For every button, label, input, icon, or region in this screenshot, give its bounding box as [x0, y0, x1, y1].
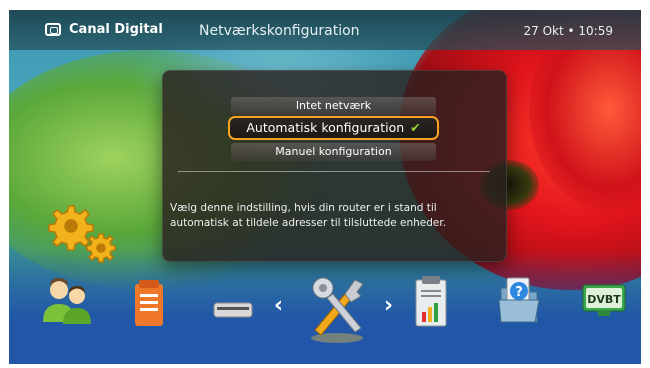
clipboard-icon[interactable] [131, 278, 169, 330]
option-description: Vælg denne indstilling, hvis din router … [170, 202, 447, 229]
date-time: 27 Okt • 10:59 [523, 24, 613, 38]
users-icon[interactable] [39, 276, 95, 326]
page-title: Netværkskonfiguration [199, 23, 360, 39]
checkmark-icon: ✔ [410, 120, 421, 135]
top-bar: Canal Digital Netværkskonfiguration 27 O… [9, 10, 641, 50]
dvbt-icon[interactable]: DVBT [582, 284, 626, 318]
report-icon[interactable] [412, 274, 452, 330]
gears-icon [48, 205, 116, 263]
tv-logo-icon [45, 23, 61, 36]
svg-text:DVBT: DVBT [587, 293, 621, 306]
help-folder-icon[interactable]: ? [495, 274, 543, 326]
svg-text:?: ? [515, 285, 523, 300]
brand-logo: Canal Digital [45, 22, 163, 37]
network-config-dialog: Intet netværk Automatisk konfiguration ✔ … [162, 70, 507, 262]
carousel-next-arrow[interactable]: › [384, 293, 393, 318]
carousel-prev-arrow[interactable]: ‹ [274, 293, 283, 318]
brand-name: Canal Digital [69, 22, 163, 37]
option-no-network[interactable]: Intet netværk [231, 97, 436, 115]
tv-screen: Canal Digital Netværkskonfiguration 27 O… [9, 10, 641, 364]
tools-icon[interactable] [305, 268, 369, 344]
divider [178, 171, 490, 172]
option-label: Automatisk konfiguration [246, 120, 405, 135]
option-automatic-config[interactable]: Automatisk konfiguration ✔ [228, 116, 439, 140]
option-manual-config[interactable]: Manuel konfiguration [231, 143, 436, 161]
set-top-box-icon[interactable] [213, 300, 253, 320]
